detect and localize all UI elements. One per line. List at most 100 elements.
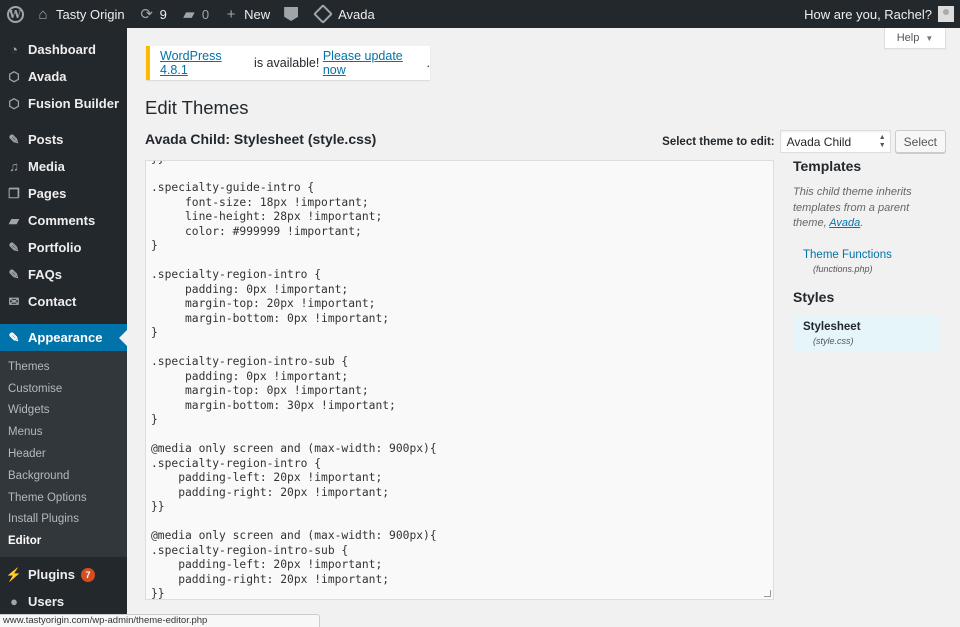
styles-heading: Styles [793,288,835,305]
pin-icon: ✎ [8,131,20,147]
plugins-update-badge: 7 [80,567,95,582]
file-path: (functions.php) [813,263,873,274]
sidebar-item-fusion-builder[interactable]: ⬡ Fusion Builder [0,90,127,117]
comment-icon: ▰ [9,212,19,228]
sidebar-item-label: Users [28,594,65,610]
file-item-functions[interactable]: Theme Functions (functions.php) [793,244,943,280]
sidebar-item-label: Avada [28,69,67,84]
updates-link[interactable]: ⟳ 9 [132,0,174,28]
caret-down-icon: ▼ [925,33,934,43]
sidebar-item-label: Appearance [28,330,103,345]
theme-select[interactable]: Avada Child ▲ ▼ [779,130,891,153]
sidebar-item-label: FAQs [28,267,62,282]
templates-description-end: . [860,217,864,229]
home-icon: ⌂ [38,5,48,23]
submenu-item-widgets[interactable]: Widgets [0,400,127,422]
sidebar-item-contact[interactable]: ✉ Contact [0,288,127,315]
notice-text: is available! [250,56,323,70]
greeting: How are you, Rachel? [804,6,932,22]
brush-icon: ✎ [8,329,20,345]
code-content: }} .specialty-guide-intro { font-size: 1… [151,161,437,600]
code-editor-textarea[interactable]: }} .specialty-guide-intro { font-size: 1… [145,160,774,600]
submenu-item-customise[interactable]: Customise [0,378,127,400]
theme-files-list: Templates This child theme inherits temp… [793,158,943,352]
avatar [938,6,954,22]
theme-select-value: Avada Child [786,134,852,149]
sidebar-item-media[interactable]: ♫ Media [0,153,127,180]
submenu-item-install-plugins[interactable]: Install Plugins [0,509,127,531]
sidebar-item-label: Portfolio [28,240,82,255]
resize-handle-icon[interactable] [764,590,771,597]
submenu-item-themes[interactable]: Themes [0,356,127,378]
sidebar-item-label: Plugins [28,567,75,583]
page-title: Edit Themes [145,97,249,118]
select-button[interactable]: Select [894,130,946,153]
update-now-link[interactable]: Please update now [323,49,427,77]
user-account-menu[interactable]: How are you, Rachel? [797,0,956,28]
submenu-item-menus[interactable]: Menus [0,421,127,443]
file-title: Avada Child: Stylesheet (style.css) [145,131,377,147]
comments-count: 0 [201,6,210,22]
wordpress-logo-icon[interactable]: W [2,0,28,28]
browser-status-bar: www.tastyorigin.com/wp-admin/theme-edito… [0,614,320,627]
help-label: Help [896,32,920,44]
fusion-builder-icon: ⬡ [8,95,20,111]
sidebar-item-users[interactable]: ● Users [0,588,127,615]
pin-icon: ✎ [8,266,20,282]
theme-select-row: Select theme to edit: Avada Child ▲ ▼ Sel… [662,130,946,153]
sidebar-item-label: Media [28,159,65,174]
sidebar-item-pages[interactable]: ❐ Pages [0,180,127,207]
yoast-link[interactable] [277,0,309,28]
mail-icon: ✉ [8,293,20,309]
comments-link[interactable]: ▰ 0 [174,0,216,28]
sidebar-item-label: Pages [28,186,67,201]
admin-bar: W ⌂ Tasty Origin ⟳ 9 ▰ 0 + New Avada How… [0,0,960,28]
appearance-submenu: Themes Customise Widgets Menus Header Ba… [0,351,127,558]
submenu-item-editor[interactable]: Editor [0,530,127,552]
sidebar-item-label: Fusion Builder [28,96,119,111]
help-button[interactable]: Help ▼ [884,28,946,49]
sidebar-item-faqs[interactable]: ✎ FAQs [0,261,127,288]
site-name-link[interactable]: ⌂ Tasty Origin [28,0,132,28]
admin-sidebar: ◔ Dashboard ⬡ Avada ⬡ Fusion Builder ✎ P… [0,28,127,627]
templates-heading: Templates [793,158,862,174]
wordpress-version-link[interactable]: WordPress 4.8.1 [160,49,251,77]
new-label: New [244,6,271,22]
avada-theme-link[interactable]: Avada [309,0,382,28]
sidebar-item-plugins[interactable]: ⚡ Plugins 7 [0,561,127,588]
site-name: Tasty Origin [56,6,125,22]
pin-icon: ✎ [8,239,20,255]
select-arrows-icon: ▲ ▼ [878,134,886,149]
sidebar-item-label: Posts [28,132,64,147]
submenu-item-theme-options[interactable]: Theme Options [0,487,127,509]
pages-icon: ❐ [8,185,20,201]
users-icon: ● [10,594,18,610]
main-content: Help ▼ WordPress 4.8.1 is available! Ple… [127,28,960,627]
plugin-icon: ⚡ [5,566,23,582]
plus-icon: + [226,5,236,23]
submenu-item-background[interactable]: Background [0,465,127,487]
sidebar-item-posts[interactable]: ✎ Posts [0,126,127,153]
sidebar-item-comments[interactable]: ▰ Comments [0,207,127,234]
submenu-item-header[interactable]: Header [0,443,127,465]
sidebar-item-appearance[interactable]: ✎ Appearance [0,324,127,351]
file-item-stylesheet[interactable]: Stylesheet (style.css) [793,315,940,352]
sidebar-item-label: Dashboard [28,42,96,57]
yoast-icon [284,7,299,21]
file-name: Stylesheet [803,320,861,333]
sidebar-item-label: Contact [28,294,77,309]
update-notice: WordPress 4.8.1 is available! Please upd… [146,46,430,80]
avada-icon: ⬡ [8,68,20,84]
comment-icon: ▰ [183,6,195,23]
file-path: (style.css) [813,335,854,346]
refresh-icon: ⟳ [140,6,153,23]
new-content-link[interactable]: + New [216,0,277,28]
sidebar-item-portfolio[interactable]: ✎ Portfolio [0,234,127,261]
parent-theme-link[interactable]: Avada [829,217,860,229]
sidebar-item-avada[interactable]: ⬡ Avada [0,63,127,90]
avada-icon [313,4,334,24]
notice-end: . [426,56,430,70]
sidebar-item-dashboard[interactable]: ◔ Dashboard [0,36,127,63]
file-name: Theme Functions [803,248,892,261]
dashboard-icon: ◔ [10,42,18,57]
